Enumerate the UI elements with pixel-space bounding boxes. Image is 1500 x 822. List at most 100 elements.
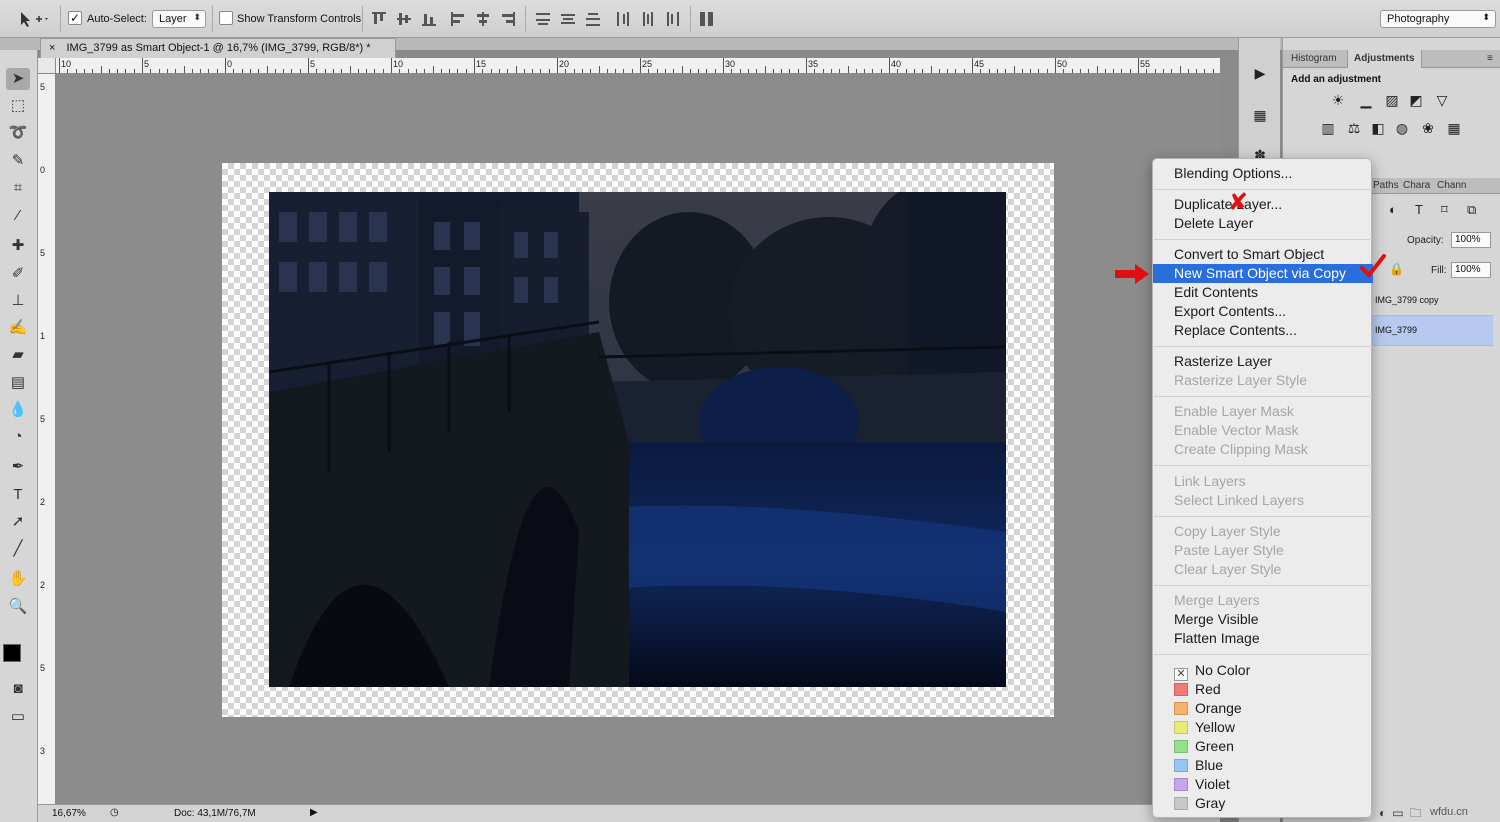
- path-selection-tool-icon[interactable]: ➚: [6, 511, 30, 533]
- filter-type-icon[interactable]: T: [1415, 202, 1423, 217]
- status-menu-arrow-icon[interactable]: ▶: [310, 807, 318, 818]
- foreground-color-swatch[interactable]: [3, 644, 21, 662]
- filter-smart-object-icon[interactable]: ⧉: [1467, 202, 1476, 218]
- zoom-tool-icon[interactable]: 🔍: [6, 596, 30, 618]
- color-balance-icon[interactable]: ⚖: [1345, 120, 1363, 136]
- dodge-tool-icon[interactable]: ◔: [6, 426, 30, 448]
- align-top-icon[interactable]: [370, 10, 388, 28]
- panel-menu-icon[interactable]: ≡: [1481, 50, 1499, 68]
- show-transform-checkbox[interactable]: [219, 11, 233, 25]
- crop-tool-icon[interactable]: ⌗: [6, 177, 30, 199]
- eyedropper-tool-icon[interactable]: ⁄: [6, 205, 30, 227]
- blur-tool-icon[interactable]: 💧: [6, 399, 30, 421]
- levels-icon[interactable]: ▁: [1357, 92, 1375, 108]
- distribute-bottom-icon[interactable]: [584, 10, 602, 28]
- marquee-tool-icon[interactable]: ⬚: [6, 95, 30, 117]
- ruler-tick: [823, 69, 824, 73]
- info-panel-icon[interactable]: ▦: [1249, 104, 1271, 126]
- distribute-left-icon[interactable]: [614, 10, 632, 28]
- close-tab-icon[interactable]: ×: [49, 42, 55, 54]
- distribute-right-icon[interactable]: [664, 10, 682, 28]
- lock-all-icon[interactable]: 🔒: [1389, 262, 1404, 276]
- auto-select-checkbox[interactable]: ✓: [68, 11, 82, 25]
- vibrance-icon[interactable]: ▽: [1433, 92, 1451, 108]
- align-right-icon[interactable]: [499, 10, 517, 28]
- menu-item-color-5[interactable]: Blue: [1153, 756, 1373, 775]
- exposure-icon[interactable]: ◩: [1407, 92, 1425, 108]
- curves-icon[interactable]: ▨: [1383, 92, 1401, 108]
- menu-item-duplicate-layer[interactable]: Duplicate Layer...: [1153, 195, 1373, 214]
- menu-item-color-6[interactable]: Violet: [1153, 775, 1373, 794]
- distribute-vcenter-icon[interactable]: [559, 10, 577, 28]
- layer-row-selected[interactable]: IMG_3799: [1371, 316, 1493, 346]
- hand-tool-icon[interactable]: ✋: [6, 568, 30, 590]
- menu-item-blending-options[interactable]: Blending Options...: [1153, 164, 1373, 183]
- distribute-hcenter-icon[interactable]: [639, 10, 657, 28]
- quick-select-tool-icon[interactable]: ✎: [6, 150, 30, 172]
- align-left-icon[interactable]: [449, 10, 467, 28]
- zoom-level[interactable]: 16,67%: [52, 808, 86, 819]
- pen-tool-icon[interactable]: ✒: [6, 456, 30, 478]
- menu-item-color-1[interactable]: Red: [1153, 680, 1373, 699]
- workspace-dropdown[interactable]: Photography ⬍: [1380, 10, 1496, 28]
- menu-item-color-7[interactable]: Gray: [1153, 794, 1373, 813]
- menu-item-convert-to-smart-object[interactable]: Convert to Smart Object: [1153, 245, 1373, 264]
- type-tool-icon[interactable]: T: [6, 484, 30, 506]
- menu-item-delete-layer[interactable]: Delete Layer: [1153, 214, 1373, 233]
- black-white-icon[interactable]: ◧: [1369, 120, 1387, 136]
- menu-item-merge-visible[interactable]: Merge Visible: [1153, 610, 1373, 629]
- menu-item-export-contents[interactable]: Export Contents...: [1153, 302, 1373, 321]
- menu-item-color-0[interactable]: ✕No Color: [1153, 661, 1373, 680]
- line-tool-icon[interactable]: ╱: [6, 538, 30, 560]
- move-tool-icon[interactable]: ➤: [6, 68, 30, 90]
- opacity-input[interactable]: 100%: [1451, 232, 1491, 248]
- tab-channels[interactable]: Chann: [1437, 180, 1466, 191]
- ruler-origin[interactable]: [38, 58, 56, 74]
- move-tool-icon[interactable]: [18, 10, 50, 28]
- clone-stamp-tool-icon[interactable]: ⊥: [6, 290, 30, 312]
- play-action-icon[interactable]: ▶: [1249, 62, 1271, 84]
- eraser-tool-icon[interactable]: ▰: [6, 344, 30, 366]
- auto-align-icon[interactable]: [698, 10, 716, 28]
- tab-adjustments[interactable]: Adjustments: [1347, 50, 1422, 68]
- menu-item-new-smart-object-via-copy[interactable]: New Smart Object via Copy: [1153, 264, 1373, 283]
- brightness-icon[interactable]: ☀: [1329, 92, 1347, 108]
- auto-select-dropdown[interactable]: Layer ⬍: [152, 10, 206, 28]
- tab-histogram[interactable]: Histogram: [1285, 50, 1343, 68]
- tab-character[interactable]: Chara: [1403, 180, 1430, 191]
- history-brush-tool-icon[interactable]: ✍: [6, 317, 30, 339]
- gradient-tool-icon[interactable]: ▤: [6, 372, 30, 394]
- color-lookup-icon[interactable]: ▦: [1445, 120, 1463, 136]
- tab-paths[interactable]: Paths: [1373, 180, 1399, 191]
- align-vcenter-icon[interactable]: [395, 10, 413, 28]
- menu-item-edit-contents[interactable]: Edit Contents: [1153, 283, 1373, 302]
- photo-filter-icon[interactable]: ◍: [1393, 120, 1411, 136]
- hue-saturation-icon[interactable]: ▥: [1319, 120, 1337, 136]
- filter-adjustment-icon[interactable]: ◐: [1389, 202, 1397, 217]
- layers-bottom-toolbar[interactable]: ◐▭🗀: [1379, 804, 1428, 822]
- screen-mode-icon[interactable]: ▭: [6, 706, 30, 728]
- lasso-tool-icon[interactable]: ➰: [6, 122, 30, 144]
- vertical-ruler[interactable]: 5051522535: [38, 74, 56, 804]
- healing-brush-tool-icon[interactable]: ✚: [6, 235, 30, 257]
- horizontal-ruler[interactable]: 10505101520253035404550556: [56, 58, 1220, 74]
- layer-row[interactable]: IMG_3799 copy: [1371, 286, 1493, 316]
- menu-item-replace-contents[interactable]: Replace Contents...: [1153, 321, 1373, 340]
- distribute-top-icon[interactable]: [534, 10, 552, 28]
- align-bottom-icon[interactable]: [420, 10, 438, 28]
- menu-item-color-3[interactable]: Yellow: [1153, 718, 1373, 737]
- menu-item-flatten-image[interactable]: Flatten Image: [1153, 629, 1373, 648]
- canal-bridge-photo[interactable]: [269, 192, 1006, 687]
- align-hcenter-icon[interactable]: [474, 10, 492, 28]
- document-tab[interactable]: × IMG_3799 as Smart Object-1 @ 16,7% (IM…: [40, 38, 396, 58]
- menu-item-color-4[interactable]: Green: [1153, 737, 1373, 756]
- menu-item-color-2[interactable]: Orange: [1153, 699, 1373, 718]
- channel-mixer-icon[interactable]: ❀: [1419, 120, 1437, 136]
- menu-item-rasterize-layer[interactable]: Rasterize Layer: [1153, 352, 1373, 371]
- fill-input[interactable]: 100%: [1451, 262, 1491, 278]
- filter-shape-icon[interactable]: ⌑: [1441, 202, 1448, 218]
- status-info-icon[interactable]: ◷: [110, 807, 119, 818]
- ruler-label: 5: [40, 663, 45, 673]
- quick-mask-icon[interactable]: ◙: [6, 678, 30, 700]
- brush-tool-icon[interactable]: ✐: [6, 263, 30, 285]
